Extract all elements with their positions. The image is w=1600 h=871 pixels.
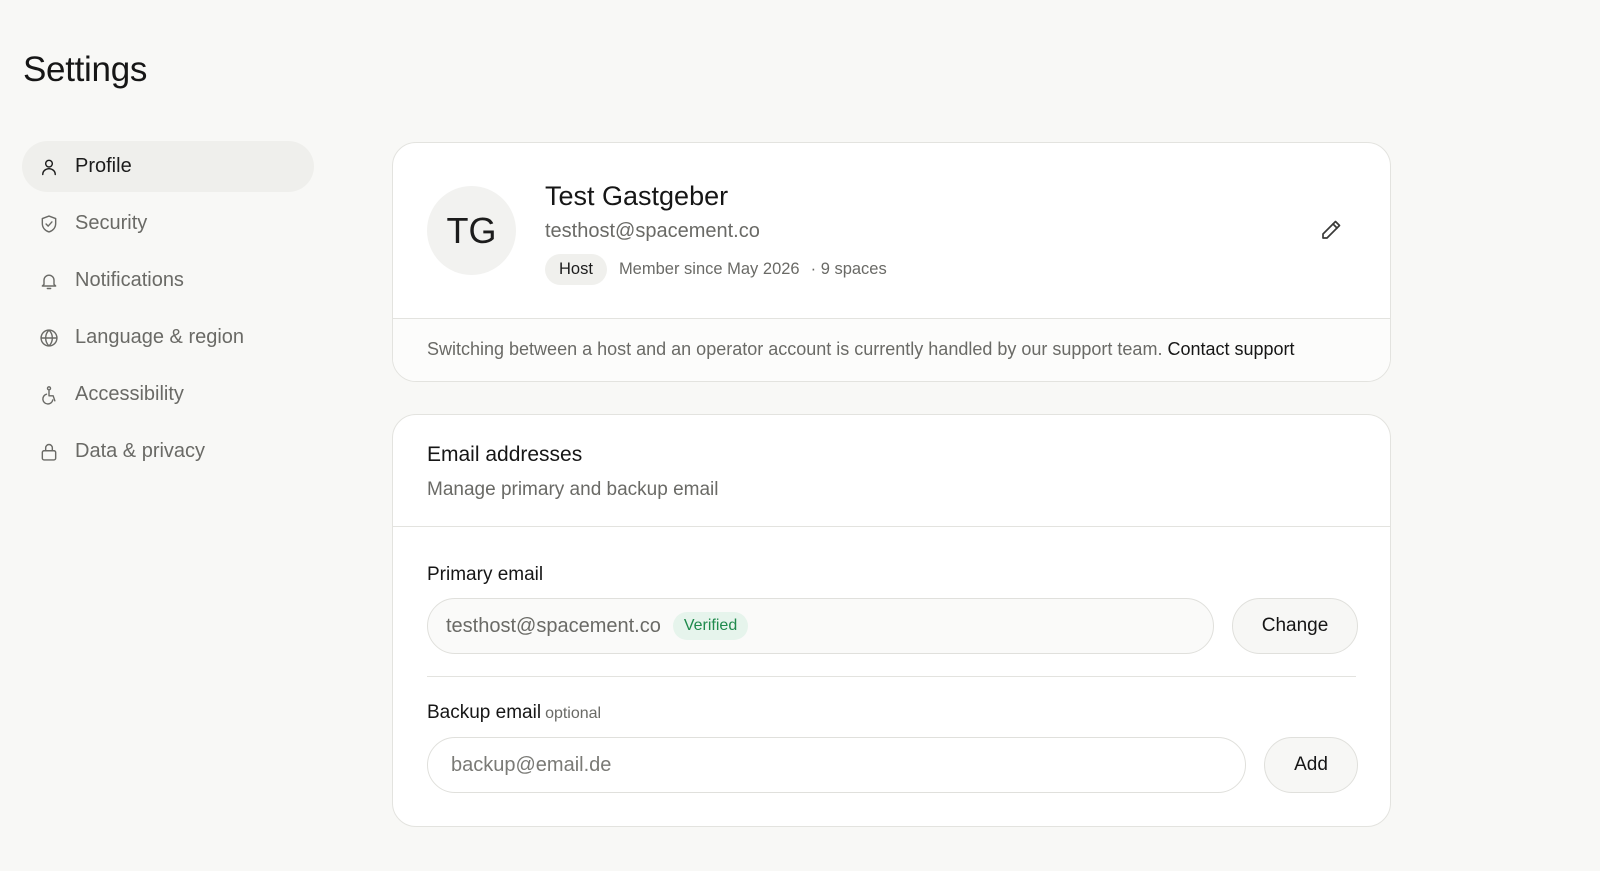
edit-profile-button[interactable] [1319, 218, 1345, 244]
globe-icon [39, 328, 59, 348]
accessibility-icon [39, 385, 59, 405]
settings-sidebar: Profile Security Notifications Language … [22, 141, 314, 483]
note-text: Switching between a host and an operator… [427, 339, 1163, 359]
email-section-header: Email addresses Manage primary and backu… [393, 415, 1390, 527]
pencil-icon [1319, 220, 1343, 246]
sidebar-item-notifications[interactable]: Notifications [22, 255, 314, 306]
shield-icon [39, 214, 59, 234]
add-backup-email-button[interactable]: Add [1264, 737, 1358, 793]
verified-badge: Verified [672, 612, 749, 640]
profile-card: TG Test Gastgeber testhost@spacement.co … [392, 142, 1391, 382]
primary-email-label-text: Primary email [427, 564, 544, 585]
user-icon [39, 157, 59, 177]
lock-icon [39, 442, 59, 462]
change-email-button[interactable]: Change [1232, 598, 1358, 654]
email-addresses-card: Email addresses Manage primary and backu… [392, 414, 1391, 827]
sidebar-item-label: Notifications [75, 269, 184, 291]
sidebar-item-label: Security [75, 212, 148, 234]
sidebar-item-label: Profile [75, 155, 132, 177]
optional-tag: optional [545, 705, 602, 722]
sidebar-item-label: Data & privacy [75, 440, 206, 462]
sidebar-item-data-privacy[interactable]: Data & privacy [22, 426, 314, 477]
bell-icon [39, 271, 59, 291]
section-title: Email addresses [427, 443, 583, 466]
backup-email-label-text: Backup email [427, 702, 542, 723]
account-switch-note: Switching between a host and an operator… [393, 319, 1390, 381]
sidebar-item-profile[interactable]: Profile [22, 141, 314, 192]
contact-support-link[interactable]: Contact support [1167, 339, 1294, 359]
role-badge: Host [545, 254, 607, 285]
sidebar-item-label: Accessibility [75, 383, 184, 405]
sidebar-item-language-region[interactable]: Language & region [22, 312, 314, 363]
divider [427, 676, 1356, 677]
profile-email: testhost@spacement.co [545, 220, 760, 242]
member-since: Member since May 2026 [618, 260, 800, 278]
profile-name: Test Gastgeber [545, 181, 729, 211]
avatar: TG [427, 186, 516, 275]
page-title: Settings [23, 50, 148, 89]
backup-email-input[interactable] [428, 738, 1245, 792]
sidebar-item-security[interactable]: Security [22, 198, 314, 249]
backup-email-label: Backup email optional [427, 702, 601, 724]
primary-email-label: Primary email [427, 564, 543, 586]
spaces-count: · 9 spaces [810, 260, 887, 278]
primary-email-value: testhost@spacement.co [446, 614, 661, 637]
profile-meta: Host Member since May 2026 · 9 spaces [545, 254, 887, 285]
section-subtitle: Manage primary and backup email [427, 479, 719, 500]
profile-summary: TG Test Gastgeber testhost@spacement.co … [393, 143, 1390, 319]
sidebar-item-label: Language & region [75, 326, 245, 348]
primary-email-field: testhost@spacement.co Verified [427, 598, 1214, 654]
sidebar-item-accessibility[interactable]: Accessibility [22, 369, 314, 420]
backup-email-field[interactable] [427, 737, 1246, 793]
